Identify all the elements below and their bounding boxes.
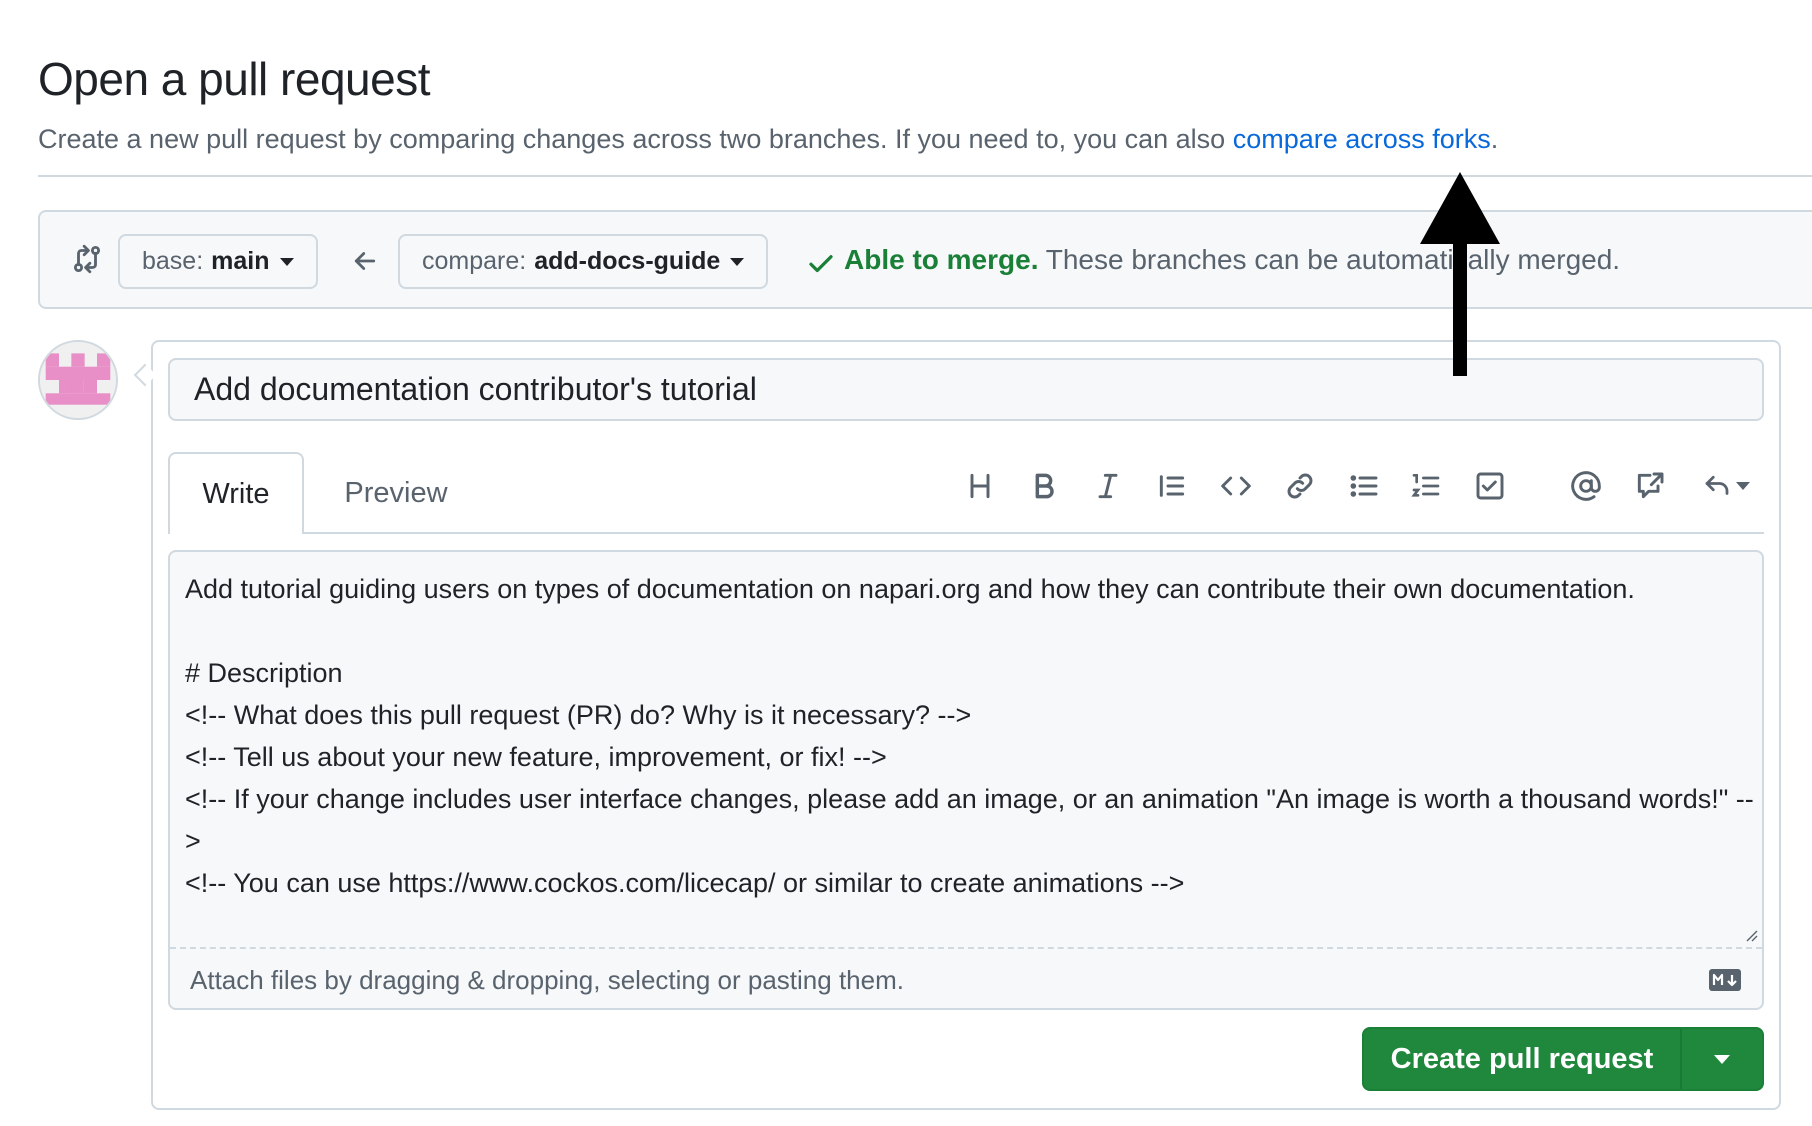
base-prefix: base:: [142, 247, 204, 275]
resize-handle-icon[interactable]: [1744, 928, 1758, 942]
avatar[interactable]: [38, 340, 118, 420]
chevron-down-icon: [1736, 482, 1750, 490]
code-icon[interactable]: [1216, 466, 1256, 506]
base-branch-select[interactable]: base: main: [118, 234, 318, 289]
quote-icon[interactable]: [1152, 466, 1192, 506]
compare-branch-name: add-docs-guide: [534, 247, 721, 275]
create-options-dropdown[interactable]: [1682, 1054, 1762, 1064]
base-branch-name: main: [211, 247, 270, 275]
create-pull-request-label: Create pull request: [1390, 1042, 1654, 1075]
italic-icon[interactable]: [1088, 466, 1128, 506]
compare-bar: base: main compare: add-docs-guide Able to…: [38, 210, 1812, 309]
task-list-icon[interactable]: [1470, 466, 1510, 506]
git-compare-icon: [73, 244, 101, 274]
ordered-list-icon[interactable]: [1406, 466, 1446, 506]
header-divider: [38, 175, 1812, 177]
chevron-down-icon: [730, 257, 745, 266]
tab-preview[interactable]: Preview: [320, 452, 472, 534]
create-pull-request-button[interactable]: Create pull request: [1362, 1027, 1764, 1091]
pr-title-input[interactable]: [168, 358, 1764, 421]
check-icon: [809, 255, 833, 273]
mention-icon[interactable]: [1566, 466, 1606, 506]
merge-status: Able to merge. These branches can be aut…: [844, 244, 1620, 276]
heading-icon[interactable]: [960, 466, 1000, 506]
arrow-left-icon: [354, 252, 376, 270]
compare-branch-select[interactable]: compare: add-docs-guide: [398, 234, 769, 289]
bold-icon[interactable]: [1024, 466, 1064, 506]
attach-files-hint[interactable]: Attach files by dragging & dropping, sel…: [190, 965, 904, 996]
page-title: Open a pull request: [38, 53, 431, 105]
compare-prefix: compare:: [422, 247, 527, 275]
tab-write[interactable]: Write: [168, 452, 304, 534]
merge-status-label: Able to merge.: [844, 244, 1039, 275]
page-subtitle: Create a new pull request by comparing c…: [38, 124, 1498, 155]
identicon-image: [40, 342, 116, 418]
unordered-list-icon[interactable]: [1344, 466, 1384, 506]
merge-status-detail: These branches can be automatically merg…: [1038, 244, 1621, 275]
undo-icon[interactable]: [1698, 466, 1754, 506]
compare-across-forks-link[interactable]: compare across forks: [1233, 124, 1491, 154]
annotation-arrow-icon: [1420, 172, 1500, 376]
subtitle-text: Create a new pull request by comparing c…: [38, 124, 1233, 154]
link-icon[interactable]: [1280, 466, 1320, 506]
markdown-icon[interactable]: [1708, 968, 1742, 992]
chevron-down-icon: [1714, 1054, 1730, 1064]
pr-body-textarea[interactable]: Add tutorial guiding users on types of d…: [185, 568, 1755, 944]
attach-divider: [170, 947, 1762, 949]
subtitle-end: .: [1490, 124, 1499, 154]
chevron-down-icon: [279, 257, 294, 266]
cross-reference-icon[interactable]: [1630, 466, 1670, 506]
